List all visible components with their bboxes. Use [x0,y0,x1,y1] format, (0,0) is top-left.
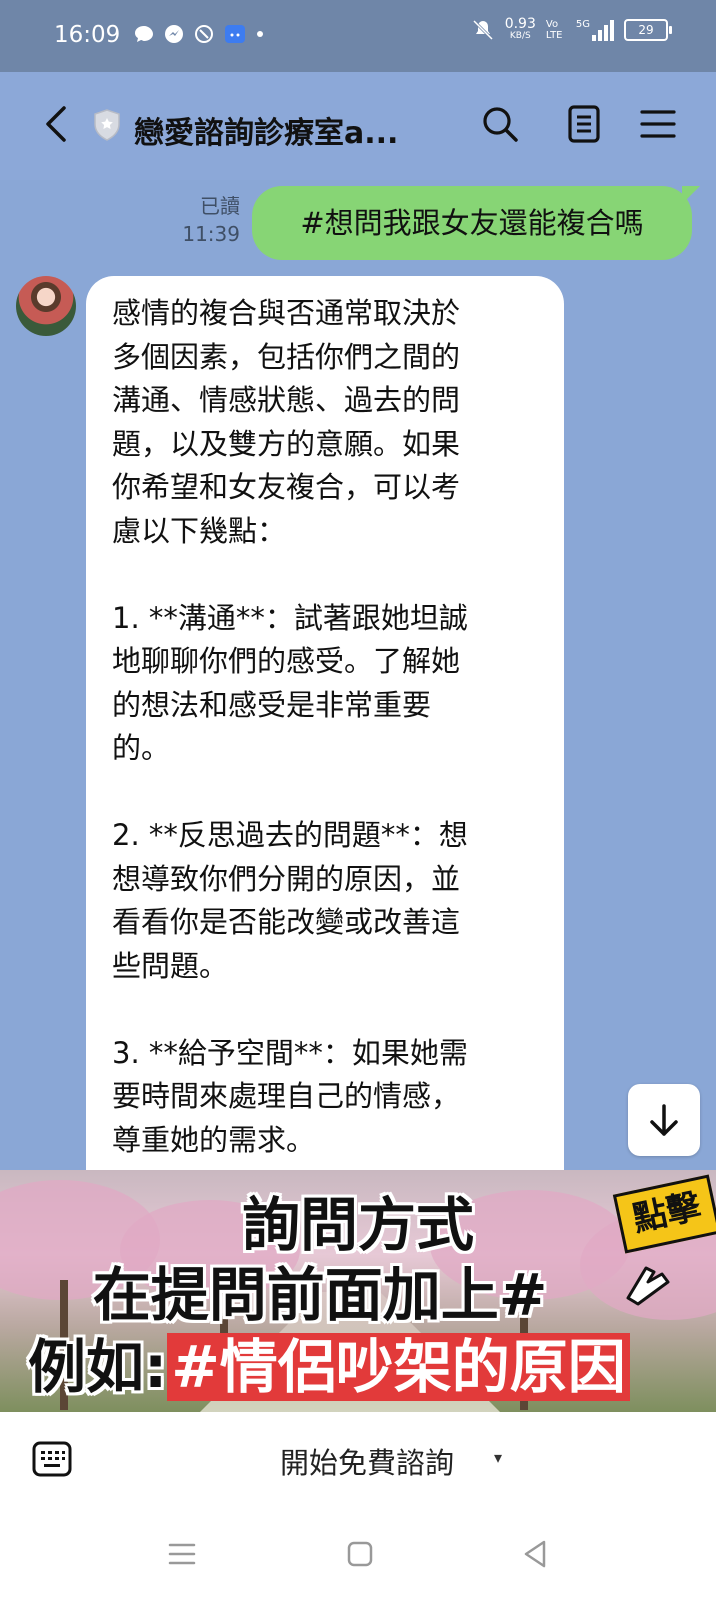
banner-line-3: 例如:#情侶吵架的原因 [28,1320,630,1404]
input-bar: 開始免費諮詢 ▾ [0,1412,716,1510]
recent-apps-icon[interactable] [162,1534,202,1574]
outgoing-message[interactable]: #想問我跟女友還能複合嗎 [252,186,700,260]
status-right: 0.93 KB/S Vo LTE 5G 29 [471,16,672,42]
chat-title: 戀愛諮詢診療室a... [134,116,399,151]
status-bar: 16:09 0.93 KB/S Vo LTE 5G 29 [0,0,716,72]
signal-label: 5G [575,19,590,30]
back-icon[interactable] [38,102,74,146]
message-time: 11:39 [182,222,240,246]
net-speed: 0.93 KB/S [504,16,536,42]
read-label: 已讀 [200,194,240,218]
chat-header: 戀愛諮詢診療室a... [0,72,716,180]
pointer-hand-icon [626,1266,670,1306]
system-nav-bar [0,1510,716,1600]
mute-icon [472,19,493,41]
back-nav-icon[interactable] [516,1534,556,1574]
signal-icon: 5G [576,19,614,41]
chat-bubble-icon [135,26,153,42]
volte-label: Vo LTE [545,19,563,41]
rich-menu-toggle[interactable]: 開始免費諮詢 [280,1440,454,1482]
app-icon [195,25,213,43]
read-receipt: 已讀 11:39 [174,192,240,248]
battery-level: 29 [638,23,654,37]
arrow-down-icon [650,1104,678,1136]
banner-example-prefix: 例如: [28,1333,168,1401]
menu-icon[interactable] [636,102,680,146]
scroll-down-button[interactable] [628,1084,700,1156]
shield-icon [94,109,120,141]
avatar[interactable] [16,276,76,336]
search-icon[interactable] [478,102,522,146]
keyboard-icon[interactable] [32,1440,72,1478]
notes-icon[interactable] [562,102,606,146]
promo-banner[interactable]: 詢問方式 在提問前面加上# 例如:#情侶吵架的原因 點擊 [0,1170,716,1412]
dot-icon [257,31,263,37]
battery-icon: 29 [624,19,672,41]
status-time: 16:09 [54,22,121,48]
banner-example-highlight: #情侶吵架的原因 [167,1333,630,1401]
android-icon [225,25,245,43]
notification-icons [134,24,264,44]
net-speed-value: 0.93 [504,16,536,32]
incoming-message[interactable]: 感情的複合與否通常取決於 多個因素，包括你們之間的 溝通、情感狀態、過去的問 題… [86,276,564,1176]
caret-down-icon[interactable]: ▾ [494,1448,502,1467]
home-icon[interactable] [340,1534,380,1574]
messenger-icon [165,25,183,43]
